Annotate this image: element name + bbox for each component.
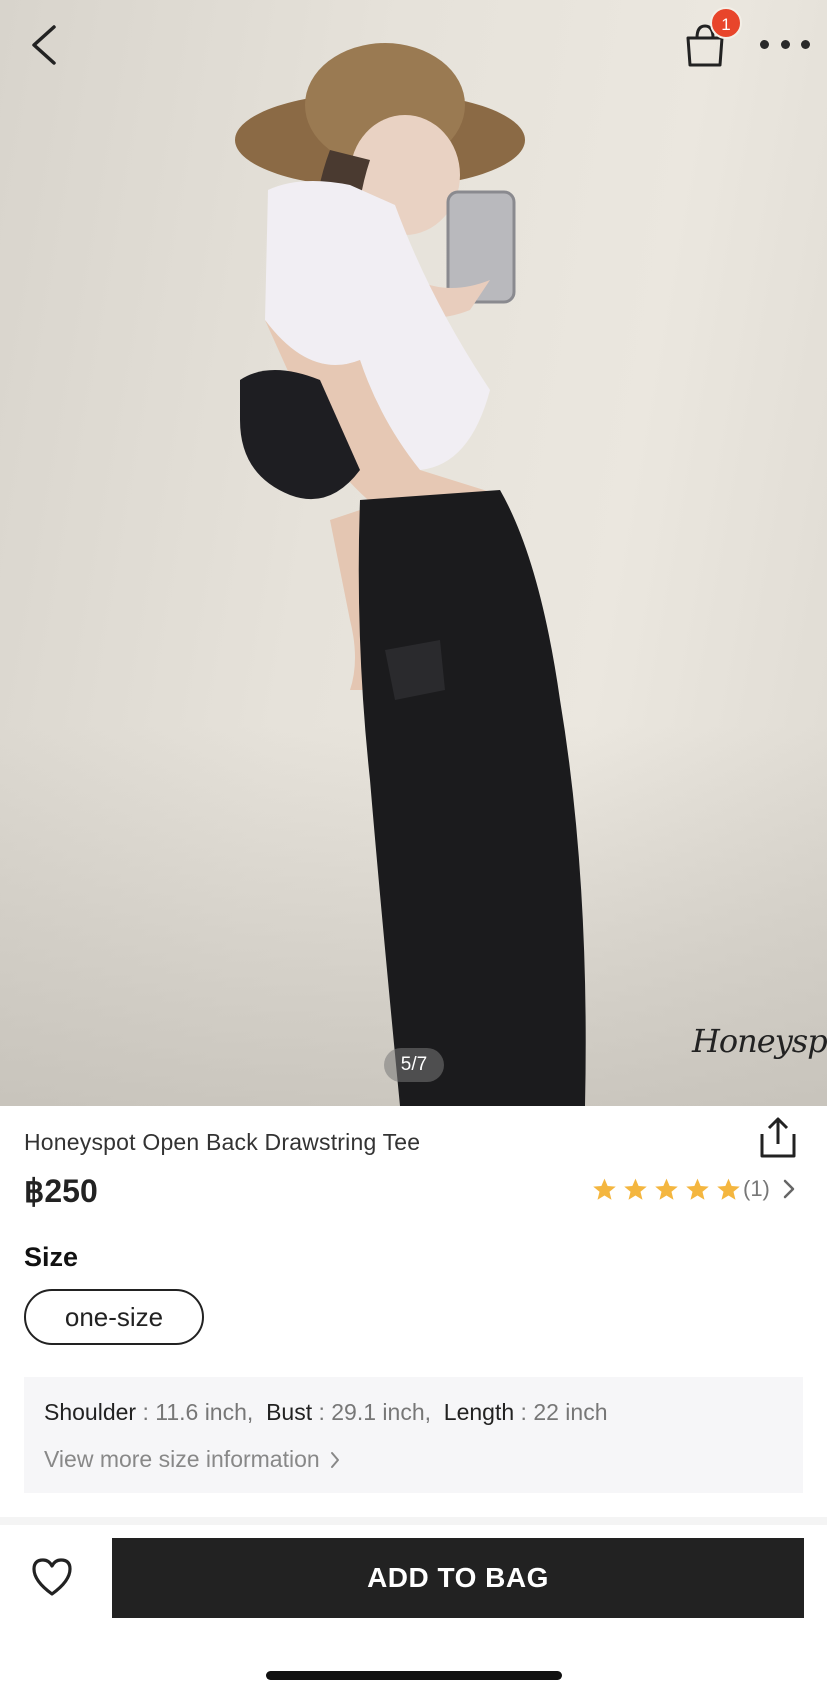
more-options-button[interactable] (760, 32, 810, 56)
star-icon (686, 1178, 709, 1200)
product-price: ฿250 (24, 1173, 98, 1209)
size-measurements: Shoulder : 11.6 inch, Bust : 29.1 inch, … (44, 1399, 608, 1425)
product-image[interactable]: 1 5/7 Honeyspot (0, 0, 827, 1106)
size-option-one-size[interactable]: one-size (24, 1289, 204, 1345)
star-icon (593, 1178, 616, 1200)
more-horizontal-icon-dot (801, 39, 810, 49)
wishlist-button[interactable] (30, 1556, 74, 1598)
measurement-name: Shoulder (44, 1399, 137, 1425)
star-icon (655, 1178, 678, 1200)
brand-watermark: Honeyspot (692, 1022, 827, 1060)
section-divider (0, 1517, 827, 1525)
measurement-name: Length (443, 1399, 515, 1425)
measurement-name: Bust (266, 1399, 313, 1425)
home-indicator (266, 1671, 562, 1680)
star-icon (624, 1178, 647, 1200)
measurement-value: 29.1 inch, (331, 1399, 432, 1425)
rating-summary[interactable]: (1) (592, 1176, 796, 1202)
share-button[interactable] (758, 1116, 798, 1160)
back-button[interactable] (24, 22, 64, 68)
view-size-info-label: View more size information (44, 1446, 320, 1472)
star-icon (717, 1178, 740, 1200)
rating-stars (592, 1177, 741, 1202)
size-info-panel: Shoulder : 11.6 inch, Bust : 29.1 inch, … (24, 1377, 803, 1493)
size-label: Size (24, 1242, 79, 1272)
more-horizontal-icon-dot (760, 39, 769, 49)
cart-count-badge: 1 (710, 7, 742, 39)
measurement-value: 11.6 inch, (155, 1399, 254, 1425)
add-to-bag-button[interactable]: ADD TO BAG (112, 1538, 804, 1618)
rating-count: (1) (743, 1176, 770, 1201)
product-title: Honeyspot Open Back Drawstring Tee (24, 1129, 421, 1155)
image-counter: 5/7 (384, 1048, 444, 1082)
chevron-right-icon (783, 1179, 795, 1199)
heart-icon (32, 1558, 72, 1596)
share-icon (760, 1117, 796, 1158)
measurement-value: 22 inch (533, 1399, 608, 1425)
chevron-left-icon (32, 25, 56, 65)
more-horizontal-icon-dot (780, 39, 790, 49)
view-size-info-link[interactable]: View more size information (44, 1446, 340, 1473)
model-figure-illustration (235, 43, 586, 1106)
chevron-right-icon (330, 1451, 339, 1468)
